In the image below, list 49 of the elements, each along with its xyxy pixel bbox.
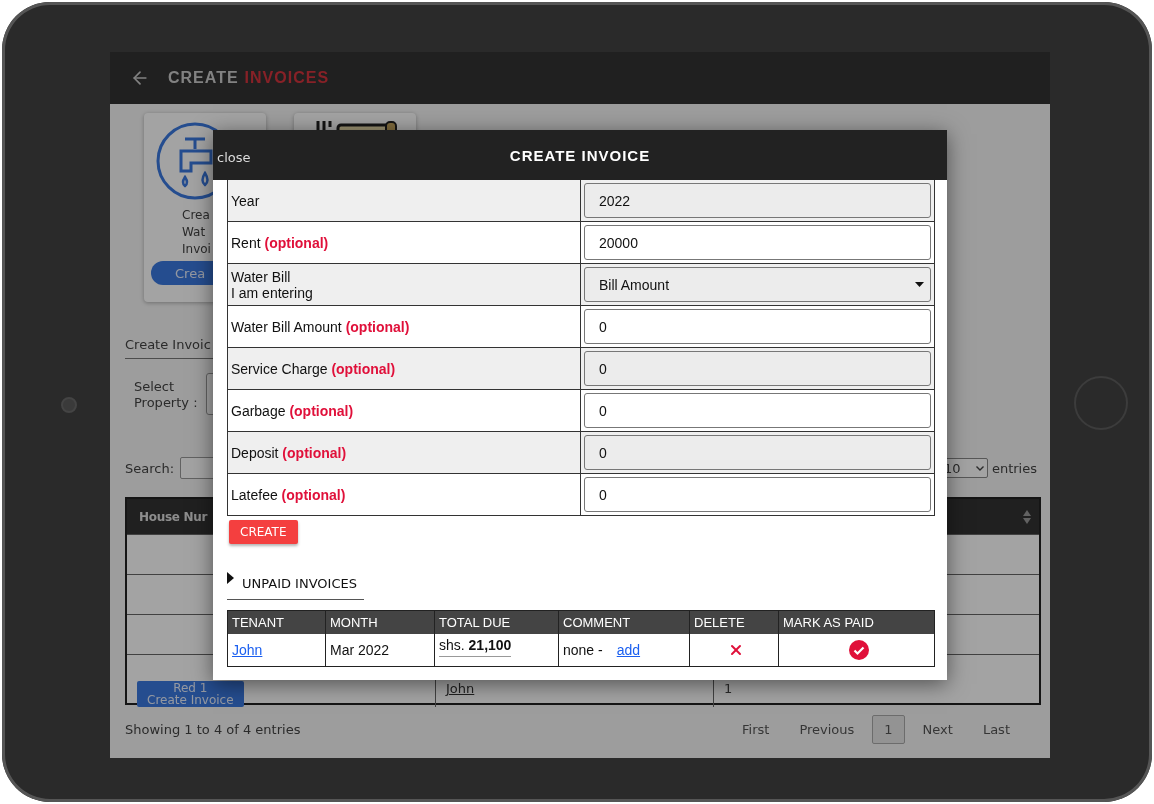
delete-icon[interactable] bbox=[728, 642, 744, 658]
triangle-icon[interactable] bbox=[227, 572, 234, 584]
input-field[interactable]: 0 bbox=[584, 309, 931, 344]
total-due: shs. 21,100 bbox=[439, 637, 512, 657]
create-invoice-button[interactable]: Red 1 Create Invoice bbox=[137, 681, 244, 707]
table-cell: Mar 2022 bbox=[330, 642, 390, 658]
field-label: Deposit (optional) bbox=[230, 444, 348, 461]
input-field[interactable]: 0 bbox=[584, 351, 931, 386]
page-button[interactable]: Last bbox=[970, 715, 1022, 744]
field-label: Garbage (optional) bbox=[230, 402, 355, 419]
page-title: CREATE INVOICES bbox=[168, 69, 330, 87]
tenant-link[interactable]: John bbox=[232, 642, 263, 658]
input-field[interactable]: 20000 bbox=[584, 225, 931, 260]
column-header: TENANT bbox=[231, 614, 285, 632]
page-button[interactable]: First bbox=[730, 715, 782, 744]
input-field[interactable]: 2022 bbox=[584, 183, 931, 218]
page-button[interactable]: 1 bbox=[872, 715, 905, 744]
create-button[interactable]: CREATE bbox=[229, 520, 298, 544]
field-label: Service Charge (optional) bbox=[230, 360, 397, 377]
field-label: Rent (optional) bbox=[230, 234, 330, 251]
tenant-link[interactable]: John bbox=[446, 681, 475, 696]
close-button[interactable]: close bbox=[213, 149, 255, 165]
check-circle-icon[interactable] bbox=[848, 640, 869, 660]
input-field[interactable]: 0 bbox=[584, 477, 931, 512]
table-cell: 1 bbox=[724, 681, 733, 696]
search-label: Search: bbox=[125, 460, 175, 476]
caret-icon bbox=[915, 282, 924, 287]
page-button[interactable]: Next bbox=[910, 715, 965, 744]
sort-icon[interactable] bbox=[1023, 509, 1031, 524]
comment-text: none - bbox=[563, 642, 603, 658]
property-label: Select Property : bbox=[134, 379, 198, 411]
add-link[interactable]: add bbox=[616, 642, 641, 658]
column-header[interactable]: House Nur bbox=[139, 509, 208, 524]
card-text: Wat bbox=[182, 224, 206, 241]
page-button[interactable]: Previous bbox=[787, 715, 867, 744]
field-label: Latefee (optional) bbox=[230, 486, 347, 503]
card-text: Crea bbox=[182, 207, 210, 224]
select-field[interactable]: Bill Amount bbox=[584, 267, 931, 302]
field-label: Year bbox=[230, 192, 261, 209]
chevron-down-icon bbox=[975, 465, 984, 471]
card-text: Invoi bbox=[182, 241, 211, 258]
input-field[interactable]: 0 bbox=[584, 435, 931, 470]
entries-label: entries bbox=[991, 460, 1037, 476]
camera-dot bbox=[61, 397, 77, 413]
input-field[interactable]: 0 bbox=[584, 393, 931, 428]
section-title: UNPAID INVOICES bbox=[242, 576, 357, 591]
entries-info: Showing 1 to 4 of 4 entries bbox=[125, 722, 301, 737]
field-label: Water Bill Amount (optional) bbox=[230, 318, 411, 335]
dialog-title: CREATE INVOICE bbox=[509, 146, 651, 164]
